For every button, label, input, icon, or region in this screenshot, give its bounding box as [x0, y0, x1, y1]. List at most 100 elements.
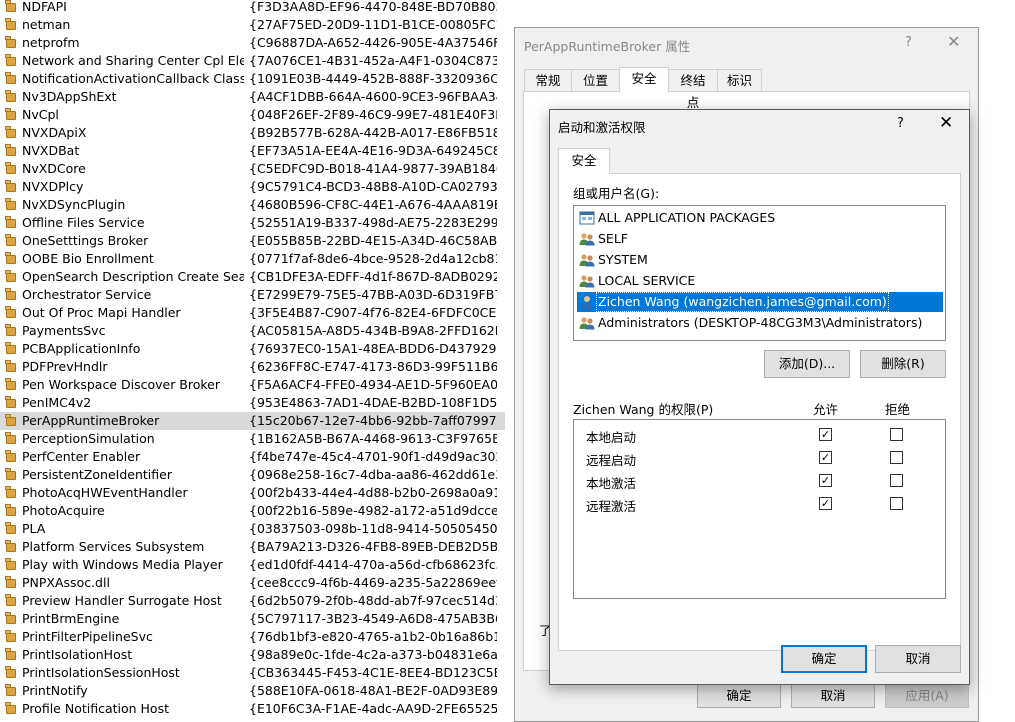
list-item[interactable]: PerAppRuntimeBroker {15c20b67-12e7-4bb6-9… — [0, 412, 505, 430]
permission-name: 远程启动 — [586, 453, 637, 468]
list-item[interactable]: PenIMC4v2 {953E4863-7AD1-4DAE-B2BD-108F1D… — [0, 394, 505, 412]
list-item[interactable]: NDFAPI {F3D3AA8D-EF96-4470-848E-BD70B8030… — [0, 0, 505, 16]
deny-column-header: 拒绝 — [885, 402, 911, 417]
remove-button[interactable]: 删除(R) — [860, 350, 946, 378]
item-guid: {B92B577B-628A-442B-A017-E86FB518C... — [249, 125, 497, 140]
permission-row: 远程激活 ✓ — [574, 493, 945, 516]
properties-ok-button[interactable]: 确定 — [697, 682, 781, 708]
tab-security[interactable]: 安全 — [619, 67, 669, 92]
user-list-item[interactable]: SYSTEM — [577, 250, 943, 270]
user-list-item[interactable]: ALL APPLICATION PACKAGES — [577, 208, 943, 228]
tab-general[interactable]: 常规 — [524, 69, 572, 91]
list-item[interactable]: PhotoAcqHWEventHandler {00f2b433-44e4-4d8… — [0, 484, 505, 502]
list-item[interactable]: Pen Workspace Discover Broker {F5A6ACF4-F… — [0, 376, 505, 394]
list-item[interactable]: Preview Handler Surrogate Host {6d2b5079-… — [0, 592, 505, 610]
list-item[interactable]: PhotoAcquire {00f22b16-589e-4982-a172-a51… — [0, 502, 505, 520]
list-item[interactable]: NvXDCore {C5EDFC9D-B018-41A4-9877-39AB184… — [0, 160, 505, 178]
launch-activation-permissions-dialog: 启动和激活权限 ? ✕ 安全 组或用户名(G): ALL APPLICATION… — [549, 109, 970, 685]
allow-checkbox[interactable]: ✓ — [819, 428, 832, 441]
user-list-item[interactable]: LOCAL SERVICE — [577, 271, 943, 291]
item-guid: {0968e258-16c7-4dba-aa86-462dd61e31... — [249, 467, 497, 482]
deny-checkbox[interactable] — [890, 428, 903, 441]
list-item[interactable]: PaymentsSvc {AC05815A-A8D5-434B-B9A8-2FFD… — [0, 322, 505, 340]
allow-checkbox[interactable]: ✓ — [819, 474, 832, 487]
group-icon — [579, 253, 595, 267]
tab-location[interactable]: 位置 — [571, 69, 620, 91]
folder-icon — [5, 18, 17, 31]
item-name: NvCpl — [22, 107, 59, 122]
user-name: ALL APPLICATION PACKAGES — [598, 210, 776, 225]
tab-security[interactable]: 安全 — [558, 148, 610, 174]
item-name: PhotoAcquire — [22, 503, 105, 518]
list-item[interactable]: Offline Files Service {52551A19-B337-498d… — [0, 214, 505, 232]
item-guid: {6236FF8C-E747-4173-86D3-99F511B61D... — [249, 359, 497, 374]
list-item[interactable]: NVXDBat {EF73A51A-EE4A-4E16-9D3A-649245C8… — [0, 142, 505, 160]
cancel-button[interactable]: 取消 — [875, 645, 961, 673]
list-item[interactable]: PLA {03837503-098b-11d8-9414-5050545030..… — [0, 520, 505, 538]
deny-checkbox[interactable] — [890, 474, 903, 487]
item-name: PerceptionSimulation — [22, 431, 155, 446]
list-item[interactable]: Play with Windows Media Player {ed1d0fdf-… — [0, 556, 505, 574]
folder-icon — [5, 432, 17, 445]
list-item[interactable]: PerceptionSimulation {1B162A5B-B67A-4468-… — [0, 430, 505, 448]
list-item[interactable]: PrintIsolationSessionHost {CB363445-F453-… — [0, 664, 505, 682]
list-item[interactable]: netprofm {C96887DA-A652-4426-905E-4A37546… — [0, 34, 505, 52]
add-button[interactable]: 添加(D)... — [764, 350, 850, 378]
list-item[interactable]: PrintIsolationHost {98a89e0c-1fde-4c2a-a3… — [0, 646, 505, 664]
dialog-close-button[interactable]: ✕ — [939, 113, 953, 133]
folder-icon — [5, 324, 17, 337]
folder-icon — [5, 540, 17, 553]
item-guid: {6d2b5079-2f0b-48dd-ab7f-97cec514d3... — [249, 593, 497, 608]
list-item[interactable]: Platform Services Subsystem {BA79A213-D32… — [0, 538, 505, 556]
list-item[interactable]: Nv3DAppShExt {A4CF1DBB-664A-4600-9CE3-96F… — [0, 88, 505, 106]
list-item[interactable]: NvXDSyncPlugin {4680B596-CF8C-44E1-A676-4… — [0, 196, 505, 214]
list-item[interactable]: NVXDPlcy {9C5791C4-BCD3-48B8-A10D-CA02793… — [0, 178, 505, 196]
list-item[interactable]: PDFPrevHndlr {6236FF8C-E747-4173-86D3-99F… — [0, 358, 505, 376]
list-item[interactable]: PrintBrmEngine {5C797117-3B23-4549-A6D8-4… — [0, 610, 505, 628]
item-name: PNPXAssoc.dll — [22, 575, 110, 590]
deny-checkbox[interactable] — [890, 497, 903, 510]
folder-icon — [5, 126, 17, 139]
list-item[interactable]: PrintNotify {588E10FA-0618-48A1-BE2F-0AD9… — [0, 682, 505, 700]
list-item[interactable]: PerfCenter Enabler {f4be747e-45c4-4701-90… — [0, 448, 505, 466]
dialog-title: 启动和激活权限 — [558, 120, 646, 135]
user-list[interactable]: ALL APPLICATION PACKAGES SELF SYSTEM LOCAL … — [573, 205, 946, 341]
item-name: NvXDCore — [22, 161, 86, 176]
user-list-item[interactable]: SELF — [577, 229, 943, 249]
item-name: NVXDBat — [22, 143, 80, 158]
list-item[interactable]: PNPXAssoc.dll {cee8ccc9-4f6b-4469-a235-5a… — [0, 574, 505, 592]
tab-identity[interactable]: 标识 — [717, 69, 762, 91]
list-item[interactable]: Orchestrator Service {E7299E79-75E5-47BB-… — [0, 286, 505, 304]
tab-endpoints[interactable]: 终结点 — [668, 69, 718, 110]
list-item[interactable]: NvCpl {048F26EF-2F89-46C9-99E7-481E40F3F2… — [0, 106, 505, 124]
help-button[interactable]: ? — [905, 35, 912, 50]
user-icon — [579, 295, 595, 309]
list-item[interactable]: Network and Sharing Center Cpl Ele... {7A… — [0, 52, 505, 70]
list-item[interactable]: OpenSearch Description Create Sea... {CB1… — [0, 268, 505, 286]
list-item[interactable]: OneSetttings Broker {E055B85B-22BD-4E15-A… — [0, 232, 505, 250]
properties-cancel-button[interactable]: 取消 — [791, 682, 875, 708]
item-guid: {1B162A5B-B67A-4468-9613-C3F9765B3... — [249, 431, 497, 446]
list-item[interactable]: PersistentZoneIdentifier {0968e258-16c7-4… — [0, 466, 505, 484]
list-item[interactable]: Out Of Proc Mapi Handler {3F5E4B87-C907-4… — [0, 304, 505, 322]
list-item[interactable]: netman {27AF75ED-20D9-11D1-B1CE-00805FC12… — [0, 16, 505, 34]
close-button[interactable]: ✕ — [947, 32, 960, 51]
folder-icon — [5, 522, 17, 535]
list-item[interactable]: Profile Notification Host {E10F6C3A-F1AE-… — [0, 700, 505, 718]
list-item[interactable]: NotificationActivationCallback Class {109… — [0, 70, 505, 88]
list-item[interactable]: NVXDApiX {B92B577B-628A-442B-A017-E86FB51… — [0, 124, 505, 142]
user-list-item[interactable]: Zichen Wang (wangzichen.james@gmail.com) — [577, 292, 943, 312]
item-name: PLA — [22, 521, 46, 536]
ok-button[interactable]: 确定 — [781, 645, 867, 673]
allow-checkbox[interactable]: ✓ — [819, 451, 832, 464]
user-list-item[interactable]: Administrators (DESKTOP-48CG3M3\Administ… — [577, 313, 943, 333]
deny-checkbox[interactable] — [890, 451, 903, 464]
list-item[interactable]: PrintFilterPipelineSvc {76db1bf3-e820-476… — [0, 628, 505, 646]
allow-checkbox[interactable]: ✓ — [819, 497, 832, 510]
item-name: PrintIsolationSessionHost — [22, 665, 180, 680]
folder-icon — [5, 378, 17, 391]
list-item[interactable]: OOBE Bio Enrollment {0771f7af-8de6-4bce-9… — [0, 250, 505, 268]
folder-icon — [5, 90, 17, 103]
list-item[interactable]: PCBApplicationInfo {76937EC0-15A1-48EA-BD… — [0, 340, 505, 358]
dialog-help-button[interactable]: ? — [897, 116, 904, 131]
